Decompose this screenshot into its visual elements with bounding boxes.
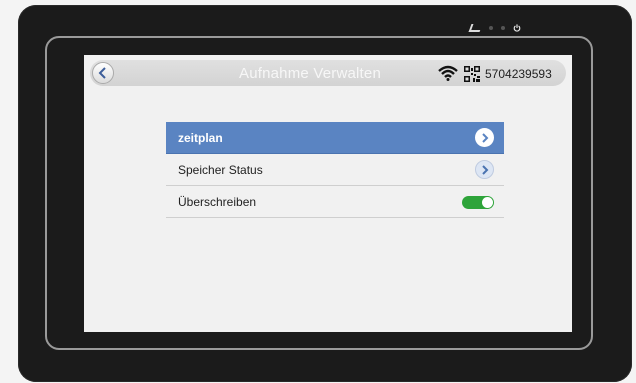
menu-item-zeitplan[interactable]: zeitplan (166, 122, 504, 154)
signal-icon (468, 24, 483, 32)
indicator-led (489, 26, 493, 30)
chevron-right-icon[interactable] (475, 128, 494, 147)
wifi-icon (438, 65, 458, 81)
device-status-leds (468, 23, 521, 33)
menu-item-label: Überschreiben (178, 194, 257, 209)
page-title: Aufnahme Verwalten (238, 65, 382, 82)
power-icon (513, 24, 521, 32)
back-button[interactable] (92, 62, 114, 84)
menu-item-label: zeitplan (178, 130, 223, 145)
overwrite-toggle[interactable] (462, 196, 494, 209)
qr-code-icon (464, 66, 480, 82)
top-bar: Aufnahme Verwalten 5704239593 (90, 60, 566, 86)
menu-item-label: Speicher Status (178, 162, 263, 177)
chevron-right-icon[interactable] (475, 160, 494, 179)
menu-item-speicher-status[interactable]: Speicher Status (166, 154, 504, 186)
toggle-knob (482, 197, 493, 208)
indicator-led (501, 26, 505, 30)
chevron-left-icon (98, 67, 106, 79)
screen: Aufnahme Verwalten 5704239593 zeitplan S… (84, 55, 572, 332)
device-code: 5704239593 (485, 67, 552, 81)
menu-item-ueberschreiben: Überschreiben (166, 186, 504, 218)
settings-menu: zeitplan Speicher Status Überschreiben (166, 122, 504, 218)
